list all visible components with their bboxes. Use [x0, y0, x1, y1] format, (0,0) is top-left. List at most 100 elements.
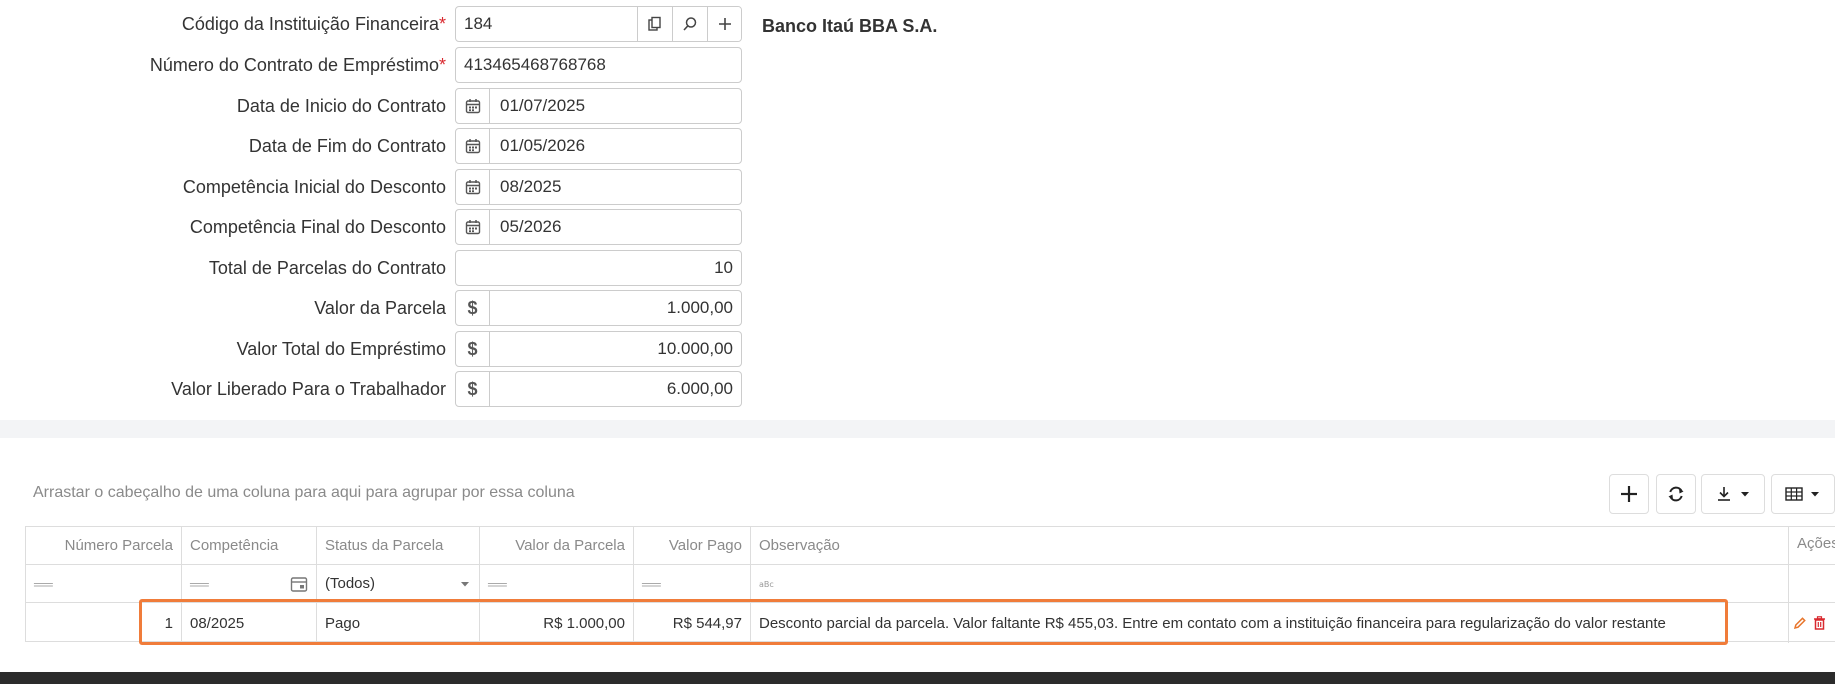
start-date-field[interactable]: 01/07/2025	[455, 88, 742, 124]
total-installments-value[interactable]: 10	[714, 251, 733, 285]
initial-competence-label: Competência Inicial do Desconto	[182, 177, 446, 197]
table-header: Número Parcela Competência Status da Par…	[26, 527, 1835, 565]
chevron-down-icon	[461, 581, 469, 586]
calendar-icon[interactable]	[290, 575, 308, 593]
column-header-numero-parcela[interactable]: Número Parcela	[26, 527, 182, 564]
dollar-icon: $	[456, 372, 490, 406]
cell-valor-parcela[interactable]: R$ 1.000,00	[480, 603, 634, 643]
loan-total-field[interactable]: $ 10.000,00	[455, 331, 742, 367]
loan-total-label: Valor Total do Empréstimo	[236, 339, 446, 359]
search-button[interactable]	[672, 7, 707, 41]
contract-number-value[interactable]: 413465468768768	[464, 48, 606, 82]
final-competence-value[interactable]: 05/2026	[500, 210, 561, 244]
filter-valor-pago[interactable]: ══	[634, 565, 751, 602]
text-filter-icon[interactable]: aBc	[759, 578, 777, 590]
contract-number-field[interactable]: 413465468768768	[455, 47, 742, 83]
contract-number-label: Número do Contrato de Empréstimo*	[149, 55, 446, 75]
bank-name: Banco Itaú BBA S.A.	[762, 16, 938, 36]
filter-operator-icon[interactable]: ══	[34, 576, 53, 592]
filter-status-select[interactable]: (Todos)	[317, 565, 480, 602]
calendar-button[interactable]	[456, 129, 490, 163]
svg-text:aBc: aBc	[759, 580, 774, 589]
filter-valor-parcela[interactable]: ══	[480, 565, 634, 602]
start-date-value[interactable]: 01/07/2025	[500, 89, 585, 123]
table-icon	[1785, 487, 1803, 501]
end-date-label: Data de Fim do Contrato	[248, 136, 446, 156]
filter-competencia[interactable]: ══	[182, 565, 317, 602]
column-header-status[interactable]: Status da Parcela	[317, 527, 480, 564]
installment-value-row: Valor da Parcela $ 1.000,00	[0, 290, 1000, 326]
plus-icon	[1621, 486, 1637, 502]
data-table: Número Parcela Competência Status da Par…	[25, 526, 1835, 643]
filter-numero-parcela[interactable]: ══	[26, 565, 182, 602]
released-value-value[interactable]: 6.000,00	[667, 372, 733, 406]
installments-grid: Arrastar o cabeçalho de uma coluna para …	[0, 438, 1835, 684]
final-competence-field[interactable]: 05/2026	[455, 209, 742, 245]
calendar-button[interactable]	[456, 210, 490, 244]
released-value-label: Valor Liberado Para o Trabalhador	[171, 379, 446, 399]
start-date-label: Data de Inicio do Contrato	[236, 96, 446, 116]
cell-observacao[interactable]: Desconto parcial da parcela. Valor falta…	[751, 603, 1789, 643]
cell-valor-pago[interactable]: R$ 544,97	[634, 603, 751, 643]
total-installments-field[interactable]: 10	[455, 250, 742, 286]
institution-code-field[interactable]: 184	[455, 6, 742, 42]
calendar-button[interactable]	[456, 170, 490, 204]
copy-icon	[648, 16, 661, 31]
cell-status[interactable]: Pago	[317, 603, 480, 643]
section-divider	[0, 420, 1835, 438]
add-row-button[interactable]	[1609, 474, 1649, 514]
calendar-icon	[465, 99, 480, 114]
filter-operator-icon[interactable]: ══	[488, 576, 507, 592]
installment-value-value[interactable]: 1.000,00	[667, 291, 733, 325]
cell-numero-parcela[interactable]: 1	[26, 603, 182, 643]
refresh-button[interactable]	[1656, 474, 1696, 514]
released-value-field[interactable]: $ 6.000,00	[455, 371, 742, 407]
column-header-valor-parcela[interactable]: Valor da Parcela	[480, 527, 634, 564]
contract-form: Código da Instituição Financeira* 184 Ba…	[0, 0, 1835, 420]
column-header-acoes: Ações	[1797, 535, 1835, 552]
end-date-field[interactable]: 01/05/2026	[455, 128, 742, 164]
add-button[interactable]	[707, 7, 741, 41]
loan-total-value[interactable]: 10.000,00	[657, 332, 733, 366]
final-competence-label: Competência Final do Desconto	[189, 217, 446, 237]
calendar-icon	[465, 180, 480, 195]
dollar-icon: $	[456, 332, 490, 366]
initial-competence-value[interactable]: 08/2025	[500, 170, 561, 204]
institution-code-value[interactable]: 184	[464, 7, 492, 41]
column-header-competencia[interactable]: Competência	[182, 527, 317, 564]
export-button[interactable]	[1701, 474, 1765, 514]
edit-icon[interactable]	[1793, 616, 1807, 630]
search-icon	[683, 17, 697, 31]
os-taskbar	[0, 672, 1835, 684]
group-panel[interactable]: Arrastar o cabeçalho de uma coluna para …	[33, 484, 575, 502]
calendar-icon	[465, 220, 480, 235]
loan-total-row: Valor Total do Empréstimo $ 10.000,00	[0, 331, 1000, 367]
download-icon	[1718, 487, 1730, 501]
filter-status-value[interactable]: (Todos)	[325, 575, 375, 592]
filter-row: ══ ══ (Todos) ══ ══ aBc	[26, 565, 1835, 603]
installment-value-label: Valor da Parcela	[314, 298, 446, 318]
initial-competence-field[interactable]: 08/2025	[455, 169, 742, 205]
filter-observacao[interactable]: aBc	[751, 565, 1789, 602]
institution-code-row: Código da Instituição Financeira* 184 Ba…	[0, 6, 1000, 42]
calendar-button[interactable]	[456, 89, 490, 123]
refresh-icon	[1668, 486, 1684, 502]
filter-operator-icon[interactable]: ══	[642, 576, 661, 592]
end-date-value[interactable]: 01/05/2026	[500, 129, 585, 163]
chevron-down-icon	[1811, 492, 1819, 497]
end-date-row: Data de Fim do Contrato 01/05/2026	[0, 128, 1000, 164]
final-competence-row: Competência Final do Desconto 05/2026	[0, 209, 1000, 245]
chevron-down-icon	[1741, 492, 1749, 497]
cell-acoes	[1789, 603, 1835, 643]
filter-operator-icon[interactable]: ══	[190, 576, 209, 592]
installment-value-field[interactable]: $ 1.000,00	[455, 290, 742, 326]
trash-icon[interactable]	[1813, 616, 1826, 630]
column-chooser-button[interactable]	[1771, 474, 1835, 514]
copy-button[interactable]	[637, 7, 672, 41]
initial-competence-row: Competência Inicial do Desconto 08/2025	[0, 169, 1000, 205]
column-header-observacao[interactable]: Observação	[751, 527, 1789, 564]
table-row[interactable]: 1 08/2025 Pago R$ 1.000,00 R$ 544,97 Des…	[26, 603, 1835, 643]
cell-competencia[interactable]: 08/2025	[182, 603, 317, 643]
column-header-valor-pago[interactable]: Valor Pago	[634, 527, 751, 564]
dollar-icon: $	[456, 291, 490, 325]
